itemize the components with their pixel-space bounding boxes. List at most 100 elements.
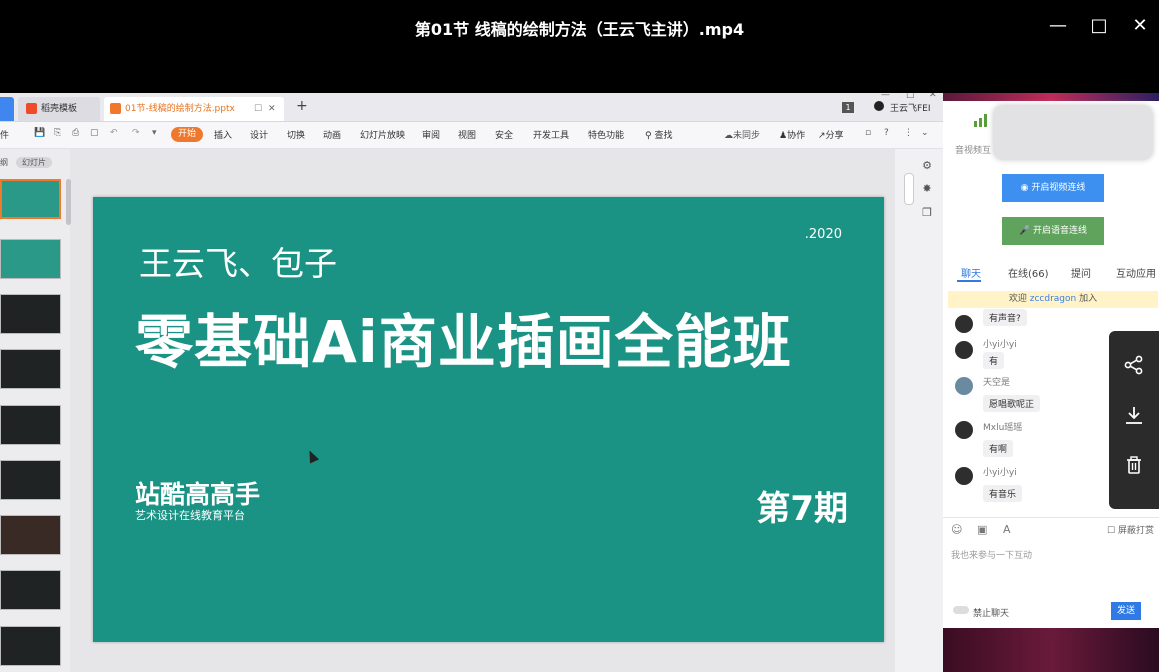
share-icon[interactable] — [1124, 355, 1144, 375]
outline-tab[interactable]: 纲 — [0, 157, 8, 168]
slide-thumbnail-7[interactable] — [0, 515, 61, 555]
slide-thumbnail-2[interactable] — [0, 239, 61, 279]
maximize-icon[interactable]: □ — [1085, 12, 1113, 40]
print-icon[interactable]: ⎙ — [72, 128, 79, 138]
menu-file[interactable]: 件 — [0, 128, 9, 141]
thumbnail-scrollbar[interactable] — [66, 179, 71, 225]
slides-tab[interactable]: 幻灯片 — [16, 157, 52, 168]
minimize-icon[interactable]: — — [1044, 12, 1072, 40]
tab-chat[interactable]: 聊天 — [961, 265, 981, 280]
tab-document-label: 01节-线稿的绘制方法.pptx — [125, 104, 235, 114]
page-indicator[interactable]: 1 — [842, 102, 854, 113]
slide-thumbnail-3[interactable] — [0, 294, 61, 334]
share-arrow-icon: ↗ — [818, 131, 826, 141]
chat-message: 有 — [983, 352, 1005, 369]
slide-thumbnail-panel: 纲 幻灯片 — [0, 149, 71, 672]
window-close-icon[interactable]: ✕ — [929, 93, 937, 100]
menu-slideshow[interactable]: 幻灯片放映 — [360, 128, 405, 141]
slide-course-title: 零基础Ai商业插画全能班 — [135, 308, 792, 376]
collab-icon: ♟ — [779, 131, 788, 141]
avatar — [955, 467, 973, 485]
trash-icon[interactable] — [1124, 455, 1144, 475]
collapse-ribbon-icon[interactable]: ⌄ — [921, 128, 929, 138]
tab-questions[interactable]: 提问 — [1071, 265, 1091, 280]
collab-button[interactable]: ♟协作 — [779, 128, 805, 141]
ppt-workarea: 纲 幻灯片 .2020 王云飞、包子 零基础Ai商业插画全能班 站酷高高手 艺术… — [0, 149, 943, 672]
settings-icon[interactable]: ⚙ — [920, 159, 934, 173]
font-icon[interactable]: A — [1003, 523, 1011, 536]
user-name[interactable]: 王云飞FEI — [890, 101, 931, 114]
properties-icon[interactable]: ✸ — [920, 182, 934, 196]
tab-template[interactable]: 稻壳模板 — [18, 97, 100, 121]
avatar — [955, 315, 973, 333]
checkbox-icon: ☐ — [1107, 526, 1118, 536]
tab-interactive[interactable]: 互动应用 — [1116, 265, 1156, 280]
preview-icon[interactable]: ▢ — [90, 128, 99, 138]
menu-view[interactable]: 视图 — [458, 128, 476, 141]
forbid-chat-toggle[interactable] — [953, 606, 969, 614]
collab-label: 协作 — [787, 131, 806, 141]
share-button[interactable]: ↗分享 — [818, 128, 844, 141]
slide-thumbnail-9[interactable] — [0, 626, 61, 666]
menu-design[interactable]: 设计 — [250, 128, 268, 141]
chat-input[interactable]: 我也来参与一下互动 — [951, 548, 1032, 561]
undo-icon[interactable]: ↶ — [110, 128, 118, 138]
tab-template-label: 稻壳模板 — [41, 104, 78, 114]
chat-message: 有啊 — [983, 440, 1014, 457]
slide-thumbnail-5[interactable] — [0, 405, 61, 445]
image-icon[interactable]: ▣ — [977, 523, 987, 536]
video-title: 第01节 线稿的绘制方法（王云飞主讲）.mp4 — [414, 20, 745, 39]
window-minimize-icon[interactable]: — — [881, 93, 890, 100]
slide-brand-subtitle: 艺术设计在线教育平台 — [135, 509, 245, 522]
comment-icon[interactable]: ▫ — [865, 128, 871, 138]
welcome-banner: 欢迎 zccdragon 加入 — [948, 291, 1158, 308]
help-icon[interactable]: ? — [884, 128, 889, 138]
menu-insert[interactable]: 插入 — [214, 128, 232, 141]
tab-online[interactable]: 在线(66) — [1008, 265, 1049, 280]
sync-label: 未同步 — [733, 131, 761, 141]
shield-reward-toggle[interactable]: ☐ 屏蔽打赏 — [1107, 523, 1154, 536]
send-button[interactable]: 发送 — [1111, 602, 1141, 620]
redo-icon[interactable]: ↷ — [132, 128, 140, 138]
start-video-button[interactable]: ◉ 开启视频连线 — [1002, 174, 1104, 202]
welcome-suffix: 加入 — [1079, 294, 1098, 304]
pin-icon[interactable]: ☐ — [254, 97, 262, 121]
more-icon[interactable]: ⋮ — [904, 128, 913, 138]
menu-search-label: 查找 — [654, 131, 673, 141]
chat-username: 小yi小yi — [983, 468, 1017, 478]
menu-review[interactable]: 审阅 — [422, 128, 440, 141]
emoji-icon[interactable]: ☺ — [951, 523, 962, 536]
chat-message: 有音乐 — [983, 485, 1023, 502]
sync-status[interactable]: ☁未同步 — [724, 128, 760, 141]
slide-thumbnail-8[interactable] — [0, 570, 61, 610]
video-titlebar: 第01节 线稿的绘制方法（王云飞主讲）.mp4 — □ ✕ — [0, 0, 1159, 93]
menu-start[interactable]: 开始 — [171, 127, 203, 142]
current-slide[interactable]: .2020 王云飞、包子 零基础Ai商业插画全能班 站酷高高手 艺术设计在线教育… — [93, 197, 884, 642]
slide-thumbnail-4[interactable] — [0, 349, 61, 389]
save-icon[interactable]: 💾 — [34, 128, 45, 138]
menu-animation[interactable]: 动画 — [323, 128, 341, 141]
new-tab-icon[interactable]: + — [296, 98, 308, 114]
blurred-overlay — [993, 105, 1153, 160]
chat-message: 愿唱歌呢正 — [983, 395, 1041, 412]
slide-scrollbar[interactable] — [904, 173, 914, 205]
start-audio-button[interactable]: 🎤 开启语音连线 — [1002, 217, 1104, 245]
layers-icon[interactable]: ❐ — [920, 206, 934, 220]
slide-thumbnail-6[interactable] — [0, 460, 61, 500]
export-icon[interactable]: ⎘ — [54, 128, 61, 138]
menu-transition[interactable]: 切换 — [287, 128, 305, 141]
window-restore-icon[interactable]: □ — [906, 93, 915, 100]
slide-thumbnail-1[interactable] — [0, 179, 61, 219]
user-avatar[interactable] — [874, 101, 884, 111]
camera-icon: ◉ — [1020, 183, 1032, 193]
menu-features[interactable]: 特色功能 — [588, 128, 624, 141]
close-icon[interactable]: ✕ — [1126, 12, 1154, 40]
menu-dev-tools[interactable]: 开发工具 — [533, 128, 569, 141]
download-icon[interactable] — [1124, 405, 1144, 425]
menu-security[interactable]: 安全 — [495, 128, 513, 141]
tab-document[interactable]: 01节-线稿的绘制方法.pptx ☐ ✕ — [104, 97, 284, 121]
menu-search[interactable]: ⚲ 查找 — [645, 128, 672, 141]
home-tab[interactable] — [0, 97, 14, 121]
quick-access-dropdown-icon[interactable]: ▾ — [152, 128, 157, 138]
tab-close-icon[interactable]: ✕ — [268, 97, 276, 121]
